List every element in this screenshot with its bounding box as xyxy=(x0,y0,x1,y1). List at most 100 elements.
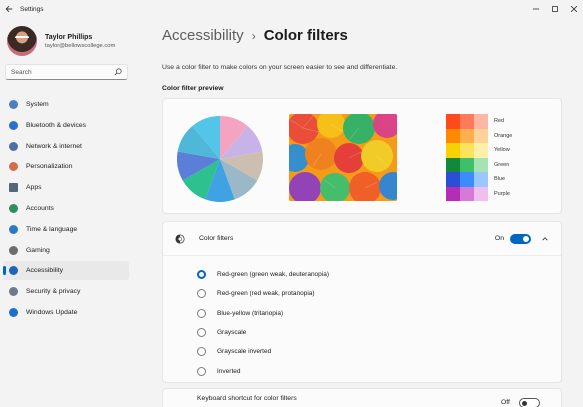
chevron-up-icon[interactable] xyxy=(541,235,549,243)
color-swatch xyxy=(460,143,474,158)
swatch-label: Purple xyxy=(494,190,510,197)
sidebar-item-label: Windows Update xyxy=(26,308,78,316)
wifi-icon xyxy=(9,141,18,151)
sidebar-item-security-privacy[interactable]: Security & privacy xyxy=(3,282,129,301)
globe-clock-icon xyxy=(9,224,18,234)
sidebar-item-network-internet[interactable]: Network & internet xyxy=(3,137,129,156)
color-filters-header[interactable]: Color filters On xyxy=(163,222,561,256)
swatch-row: Yellow xyxy=(446,143,512,158)
color-swatch xyxy=(460,128,474,143)
minimize-button[interactable] xyxy=(526,0,545,18)
sidebar-item-label: Accessibility xyxy=(26,267,64,275)
sidebar-item-label: Accounts xyxy=(26,204,54,212)
filter-option-radio[interactable]: Grayscale xyxy=(197,323,561,342)
color-swatch xyxy=(460,172,474,187)
sidebar-nav: System Bluetooth & devices Network & inter… xyxy=(3,95,129,324)
color-swatch xyxy=(474,143,488,158)
sidebar-item-label: Apps xyxy=(26,184,42,192)
breadcrumb-separator: › xyxy=(251,28,256,43)
color-filters-card: Color filters On Red-green (green weak, … xyxy=(162,221,562,383)
search-input[interactable]: Search xyxy=(5,64,128,80)
breadcrumb-parent-link[interactable]: Accessibility xyxy=(162,27,244,44)
preview-heading: Color filter preview xyxy=(162,85,224,92)
bluetooth-icon xyxy=(9,120,18,130)
keyboard-shortcut-toggle[interactable] xyxy=(519,398,540,407)
filter-option-radio[interactable]: Inverted xyxy=(197,361,561,380)
sidebar: Taylor Phillips taylor@bellowscollege.co… xyxy=(0,18,136,407)
profile-email: taylor@bellowscollege.com xyxy=(45,42,116,49)
color-filters-toggle[interactable] xyxy=(510,233,531,244)
keyboard-shortcut-card: Keyboard shortcut for color filters Off xyxy=(162,388,562,407)
filter-options: Red-green (green weak, deuteranopia) Red-… xyxy=(163,256,561,381)
sidebar-item-label: Personalization xyxy=(26,163,73,171)
sidebar-item-label: Security & privacy xyxy=(26,288,81,296)
swatch-label: Blue xyxy=(494,176,506,183)
toggle-state-label: On xyxy=(494,235,504,242)
filter-option-label: Grayscale xyxy=(217,329,247,337)
color-swatch xyxy=(446,114,460,129)
window-controls xyxy=(526,0,583,18)
color-filters-label: Color filters xyxy=(199,235,234,242)
sidebar-item-gaming[interactable]: Gaming xyxy=(3,241,129,260)
close-icon xyxy=(570,6,577,12)
title-bar: Settings xyxy=(0,0,583,18)
sidebar-item-label: Bluetooth & devices xyxy=(26,121,87,129)
minimize-icon xyxy=(532,8,539,10)
filter-option-radio[interactable]: Blue-yellow (tritanopia) xyxy=(197,304,561,323)
color-swatch xyxy=(474,157,488,172)
sidebar-item-label: Gaming xyxy=(26,246,50,254)
search-placeholder: Search xyxy=(11,68,32,76)
sidebar-item-accessibility[interactable]: Accessibility xyxy=(3,261,129,281)
radio-unchecked-icon xyxy=(197,308,206,318)
keyboard-shortcut-label: Keyboard shortcut for color filters xyxy=(197,395,297,402)
brush-icon xyxy=(9,162,18,172)
avatar xyxy=(7,26,37,56)
swatch-label: Red xyxy=(494,118,505,125)
sidebar-item-accounts[interactable]: Accounts xyxy=(3,199,129,218)
color-filter-preview-card: Red Orange Yellow Green Blue Purple xyxy=(162,98,562,214)
user-profile[interactable]: Taylor Phillips taylor@bellowscollege.co… xyxy=(7,26,115,56)
filter-option-radio[interactable]: Grayscale inverted xyxy=(197,342,561,361)
profile-name: Taylor Phillips xyxy=(45,33,93,41)
color-swatch xyxy=(474,186,488,201)
color-swatch xyxy=(446,172,460,187)
color-swatch xyxy=(474,114,488,129)
shortcut-toggle-state: Off xyxy=(501,399,510,406)
preview-photo xyxy=(289,114,397,201)
color-swatch xyxy=(474,128,488,143)
gamepad-icon xyxy=(9,245,18,255)
filter-option-radio[interactable]: Red-green (green weak, deuteranopia) xyxy=(197,265,561,284)
filter-option-label: Grayscale inverted xyxy=(217,348,272,356)
sidebar-item-label: System xyxy=(26,101,49,108)
sidebar-item-system[interactable]: System xyxy=(3,95,129,114)
sidebar-item-windows-update[interactable]: Windows Update xyxy=(3,303,129,322)
color-pie-preview xyxy=(177,116,263,202)
search-icon xyxy=(114,68,122,76)
breadcrumb: Accessibility › Color filters xyxy=(162,27,348,44)
swatch-row: Orange xyxy=(446,128,512,143)
sidebar-item-time-language[interactable]: Time & language xyxy=(3,220,129,239)
color-swatch xyxy=(446,128,460,143)
filter-option-label: Red-green (red weak, protanopia) xyxy=(217,290,315,298)
shield-icon xyxy=(9,287,18,297)
color-swatch xyxy=(446,157,460,172)
color-filter-icon xyxy=(175,233,185,244)
swatch-label: Yellow xyxy=(494,147,510,154)
page-title: Color filters xyxy=(263,27,348,44)
filter-option-label: Inverted xyxy=(217,367,241,375)
color-swatch xyxy=(460,186,474,201)
arrow-left-icon xyxy=(5,5,13,13)
sidebar-item-bluetooth-devices[interactable]: Bluetooth & devices xyxy=(3,116,129,135)
page-description: Use a color filter to make colors on you… xyxy=(162,64,398,71)
filter-option-radio[interactable]: Red-green (red weak, protanopia) xyxy=(197,284,561,303)
sidebar-item-apps[interactable]: Apps xyxy=(3,178,129,197)
color-swatch xyxy=(474,172,488,187)
maximize-button[interactable] xyxy=(545,0,564,18)
swatch-row: Green xyxy=(446,157,512,172)
monitor-icon xyxy=(9,100,18,109)
back-button[interactable] xyxy=(0,0,18,18)
sidebar-item-personalization[interactable]: Personalization xyxy=(3,157,129,176)
close-button[interactable] xyxy=(564,0,583,18)
filter-option-label: Blue-yellow (tritanopia) xyxy=(217,309,284,317)
swatch-row: Blue xyxy=(446,172,512,187)
